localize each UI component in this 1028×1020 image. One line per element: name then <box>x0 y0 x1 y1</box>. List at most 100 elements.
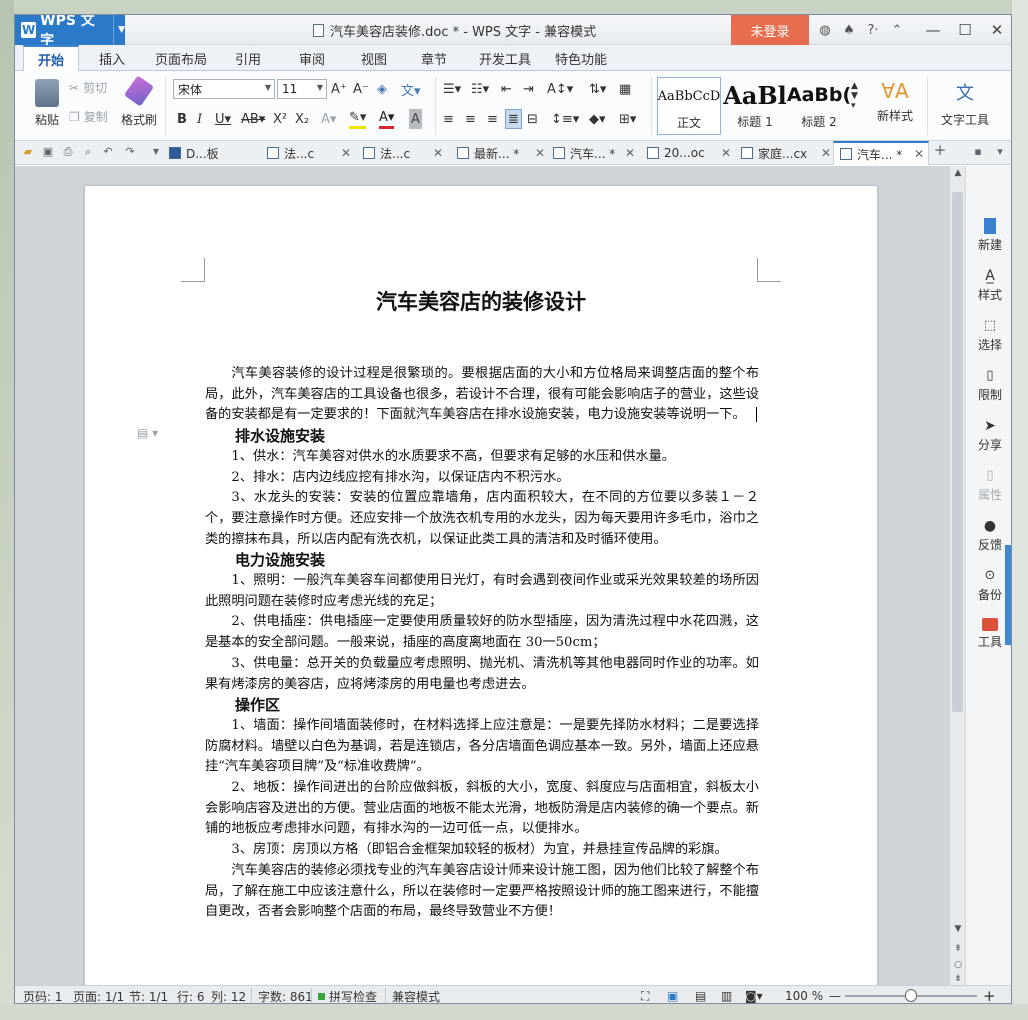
vertical-scrollbar[interactable]: ▲ ▼ ⇞ ○ ⇟ <box>949 166 965 986</box>
clear-format-icon[interactable]: ◈ <box>377 79 387 99</box>
app-menu-button[interactable]: W WPS 文字 ▼ <box>15 15 125 49</box>
zoom-level[interactable]: 100 % <box>785 988 823 1003</box>
close-icon[interactable]: ✕ <box>433 146 443 160</box>
sidebar-item-style[interactable]: A̲ 样式 <box>966 268 1011 303</box>
print-preview-icon[interactable]: ⌕ <box>81 145 95 159</box>
doc-tab[interactable]: 最新... * ✕ <box>457 141 545 165</box>
text-effect-icon[interactable]: A▾ <box>321 109 336 129</box>
doc-tab-active[interactable]: 汽车... * ✕ <box>833 141 929 165</box>
tab-page-layout[interactable]: 页面布局 <box>155 45 207 71</box>
border-icon[interactable]: ⊞▾ <box>619 109 636 129</box>
tab-reference[interactable]: 引用 <box>235 45 261 71</box>
scroll-down-icon[interactable]: ▼ <box>950 924 966 934</box>
web-view-icon[interactable]: ▥ <box>721 988 732 1003</box>
style-heading-1[interactable]: AaBl 标题 1 <box>723 77 787 135</box>
status-section[interactable]: 节: 1/1 <box>129 988 168 1004</box>
open-folder-icon[interactable]: ▰ <box>21 145 35 159</box>
status-word-count[interactable]: 字数: 861 <box>251 988 313 1003</box>
zoom-slider-handle[interactable] <box>905 989 917 1002</box>
tab-menu-icon[interactable]: ▾ <box>993 145 1007 159</box>
justify-icon[interactable]: ≣ <box>505 109 522 129</box>
zoom-in-icon[interactable]: + <box>983 987 996 1003</box>
tab-insert[interactable]: 插入 <box>99 45 125 71</box>
outline-view-icon[interactable]: ▤ <box>695 988 706 1003</box>
tab-chapter[interactable]: 章节 <box>421 45 447 71</box>
paragraph-layout-icon[interactable]: ▤ ▾ <box>137 426 158 440</box>
underline-icon[interactable]: U▾ <box>215 109 231 129</box>
spell-check-toggle[interactable]: 拼写检查 <box>311 988 377 1003</box>
char-spacing-icon[interactable]: A↕▾ <box>547 79 573 99</box>
collapse-ribbon-icon[interactable]: ⌃ <box>885 23 909 38</box>
close-icon[interactable]: ✕ <box>721 146 731 160</box>
next-page-icon[interactable]: ⇟ <box>950 974 966 984</box>
document-page[interactable]: 汽车美容店的装修设计 ▤ ▾ 汽车美容装修的设计过程是很繁琐的。要根据店面的大小… <box>85 186 877 986</box>
grow-font-icon[interactable]: A⁺ <box>331 79 347 99</box>
shrink-font-icon[interactable]: A⁻ <box>353 79 369 99</box>
sidebar-item-new[interactable]: 新建 <box>966 218 1011 253</box>
reading-mode-icon[interactable]: ◙▾ <box>745 988 763 1003</box>
status-row[interactable]: 行: 6 <box>177 988 205 1004</box>
doc-tab[interactable]: 法...c ✕ <box>267 141 351 165</box>
cut-button[interactable]: ✂ 剪切 <box>69 79 107 96</box>
tab-review[interactable]: 审阅 <box>299 45 325 71</box>
chevron-down-icon[interactable]: ▼ <box>113 15 125 45</box>
help-icon[interactable]: ?· <box>861 23 885 38</box>
tab-view[interactable]: 视图 <box>361 45 387 71</box>
decrease-indent-icon[interactable]: ⇤ <box>501 79 512 99</box>
new-tab-icon[interactable]: + <box>933 143 947 158</box>
font-name-select[interactable]: 宋体 ▼ <box>173 79 275 99</box>
tab-features[interactable]: 特色功能 <box>555 45 607 71</box>
style-gallery-scroll[interactable]: ▲ ▼ ▾ <box>851 81 858 131</box>
bullet-list-icon[interactable]: ☰▾ <box>443 79 461 99</box>
format-painter-button[interactable]: 格式刷 <box>119 75 159 128</box>
font-size-select[interactable]: 11 ▼ <box>277 79 327 99</box>
doc-tab[interactable]: 20...oc ✕ <box>647 141 731 165</box>
skin-icon[interactable]: ◍ <box>813 23 837 38</box>
status-page-number[interactable]: 页码: 1 <box>23 988 63 1004</box>
doc-tab[interactable]: 法...c ✕ <box>363 141 443 165</box>
strikethrough-icon[interactable]: AB▾ <box>241 109 265 129</box>
numbered-list-icon[interactable]: ☷▾ <box>471 79 489 99</box>
doc-tab[interactable]: 汽车... * ✕ <box>553 141 635 165</box>
save-icon[interactable]: ▣ <box>41 145 55 159</box>
scrollbar-thumb[interactable] <box>952 192 963 712</box>
fullscreen-icon[interactable]: ⛶ <box>641 988 649 1003</box>
close-icon[interactable]: ✕ <box>341 146 351 160</box>
align-left-icon[interactable]: ≡ <box>443 109 454 129</box>
increase-indent-icon[interactable]: ⇥ <box>523 79 534 99</box>
sidebar-item-restrict[interactable]: ▯ 限制 <box>966 368 1011 403</box>
document-body[interactable]: 汽车美容装修的设计过程是很繁琐的。要根据店面的大小和方位格局来调整店面的整个布局… <box>205 364 759 923</box>
line-spacing-icon[interactable]: ↕≡▾ <box>551 109 579 129</box>
tab-developer[interactable]: 开发工具 <box>479 45 531 71</box>
sort-icon[interactable]: ⇅▾ <box>589 79 606 99</box>
login-button[interactable]: 未登录 <box>731 15 809 45</box>
sidebar-item-properties[interactable]: ▯ 属性 <box>966 468 1011 503</box>
italic-icon[interactable]: I <box>197 109 202 129</box>
style-normal[interactable]: AaBbCcD 正文 <box>657 77 721 135</box>
status-column[interactable]: 列: 12 <box>211 988 246 1004</box>
sidebar-item-share[interactable]: ➤ 分享 <box>966 418 1011 453</box>
font-color-icon[interactable]: A▾ <box>379 109 395 129</box>
previous-page-icon[interactable]: ⇞ <box>950 944 966 954</box>
minimize-icon[interactable]: — <box>917 15 949 45</box>
subscript-icon[interactable]: X₂ <box>295 109 309 129</box>
undo-icon[interactable]: ↶ <box>101 145 115 159</box>
highlight-icon[interactable]: ✎▾ <box>349 109 367 129</box>
close-icon[interactable]: ✕ <box>914 147 924 161</box>
chevron-down-icon[interactable]: ▼ <box>149 145 163 159</box>
browse-object-icon[interactable]: ○ <box>950 960 966 970</box>
align-center-icon[interactable]: ≡ <box>465 109 476 129</box>
maximize-icon[interactable]: ☐ <box>949 15 981 45</box>
close-icon[interactable]: ✕ <box>625 146 635 160</box>
table-grid-icon[interactable]: ▦ <box>619 79 631 99</box>
text-tools-button[interactable]: 文 文字工具 <box>933 79 997 128</box>
char-shading-icon[interactable]: A <box>409 109 422 129</box>
print-icon[interactable]: ⎙ <box>61 145 75 159</box>
close-icon[interactable]: ✕ <box>535 146 545 160</box>
tab-home[interactable]: 开始 <box>23 45 80 72</box>
redo-icon[interactable]: ↷ <box>123 145 137 159</box>
bold-icon[interactable]: B <box>177 109 187 129</box>
status-pages[interactable]: 页面: 1/1 <box>73 988 124 1004</box>
copy-button[interactable]: ❐ 复制 <box>69 108 108 125</box>
page-view-icon[interactable]: ▣ <box>667 988 678 1003</box>
